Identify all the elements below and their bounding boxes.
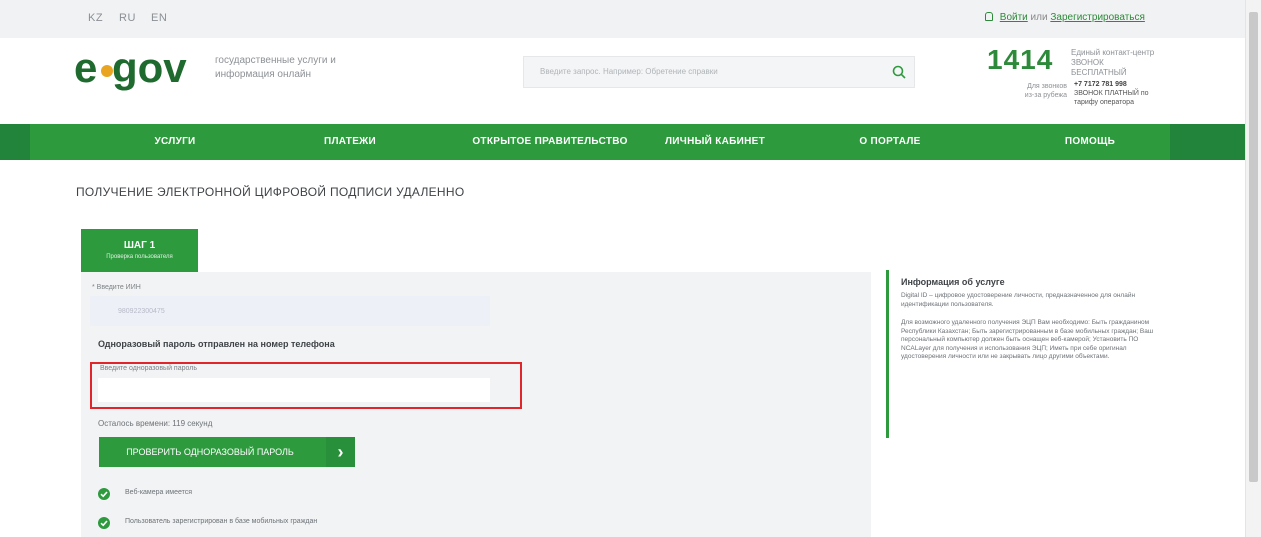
or-text: или <box>1030 12 1048 23</box>
nav-services[interactable]: УСЛУГИ <box>120 124 230 160</box>
lang-ru[interactable]: RU <box>119 12 136 24</box>
step-tab[interactable]: ШАГ 1 Проверка пользователя <box>81 229 198 272</box>
nav-edge-right <box>1170 124 1245 160</box>
contact-phone[interactable]: 1414 <box>987 44 1053 76</box>
login-link[interactable]: Войти <box>1000 12 1028 23</box>
check-circle-icon <box>98 517 110 529</box>
otp-sent-message: Одноразовый пароль отправлен на номер те… <box>98 339 335 349</box>
verify-otp-label: ПРОВЕРИТЬ ОДНОРАЗОВЫЙ ПАРОЛЬ <box>126 447 294 457</box>
search-icon[interactable] <box>891 64 907 80</box>
top-bar: KZ RU EN Войти или Зарегистрироваться <box>0 0 1245 38</box>
page-title: ПОЛУЧЕНИЕ ЭЛЕКТРОННОЙ ЦИФРОВОЙ ПОДПИСИ У… <box>76 185 465 199</box>
nav-personal-account[interactable]: ЛИЧНЫЙ КАБИНЕТ <box>640 124 790 160</box>
search-box[interactable]: Введите запрос. Например: Обретение спра… <box>523 56 915 88</box>
info-paragraph-1: Digital ID – цифровое удостоверение личн… <box>901 292 1136 308</box>
time-left: Осталось времени: 119 секунд <box>98 419 213 428</box>
abroad-label: Для звонков из-за рубежа <box>1024 83 1067 99</box>
nav-open-government[interactable]: ОТКРЫТОЕ ПРАВИТЕЛЬСТВО <box>450 124 650 160</box>
search-placeholder: Введите запрос. Например: Обретение спра… <box>540 67 718 76</box>
iin-label: * Введите ИИН <box>92 284 141 291</box>
verify-otp-button[interactable]: ПРОВЕРИТЬ ОДНОРАЗОВЫЙ ПАРОЛЬ <box>99 437 355 467</box>
otp-highlight-box <box>90 362 522 409</box>
check-circle-icon <box>98 488 110 500</box>
scrollbar-thumb[interactable] <box>1249 12 1258 482</box>
abroad-contact: +7 7172 781 998 ЗВОНОК ПЛАТНЫЙ по тарифу… <box>1074 80 1164 107</box>
logo-word-gov: gov <box>112 44 187 91</box>
user-icon <box>985 12 993 21</box>
lang-en[interactable]: EN <box>151 12 167 24</box>
logo-letter-e: e <box>74 44 98 91</box>
check-webcam-text: Веб-камера имеется <box>125 489 193 496</box>
info-accent-bar <box>886 270 889 438</box>
contact-center-note: Единый контакт-центр ЗВОНОК БЕСПЛАТНЫЙ <box>1071 48 1155 77</box>
iin-input[interactable] <box>90 296 490 326</box>
nav-help[interactable]: ПОМОЩЬ <box>1040 124 1140 160</box>
tagline: государственные услуги и информация онла… <box>215 55 336 80</box>
step-title: ШАГ 1 <box>123 240 156 251</box>
scrollbar[interactable] <box>1245 0 1261 537</box>
chevron-right-icon[interactable]: › <box>326 437 355 467</box>
nav-about-portal[interactable]: О ПОРТАЛЕ <box>835 124 945 160</box>
abroad-note: ЗВОНОК ПЛАТНЫЙ по тарифу оператора <box>1074 90 1149 106</box>
lang-kz[interactable]: KZ <box>88 12 103 24</box>
info-title: Информация об услуге <box>901 277 1005 287</box>
info-paragraph-2: Для возможного удаленного получения ЭЦП … <box>901 319 1154 360</box>
register-link[interactable]: Зарегистрироваться <box>1050 12 1145 23</box>
nav-edge-left <box>0 124 30 160</box>
auth-links: Войти или Зарегистрироваться <box>985 12 1145 23</box>
check-mobile-registered-text: Пользователь зарегистрирован в базе моби… <box>125 518 318 525</box>
abroad-number[interactable]: +7 7172 781 998 <box>1074 81 1127 88</box>
nav-payments[interactable]: ПЛАТЕЖИ <box>300 124 400 160</box>
step-subtitle: Проверка пользователя <box>106 254 173 260</box>
